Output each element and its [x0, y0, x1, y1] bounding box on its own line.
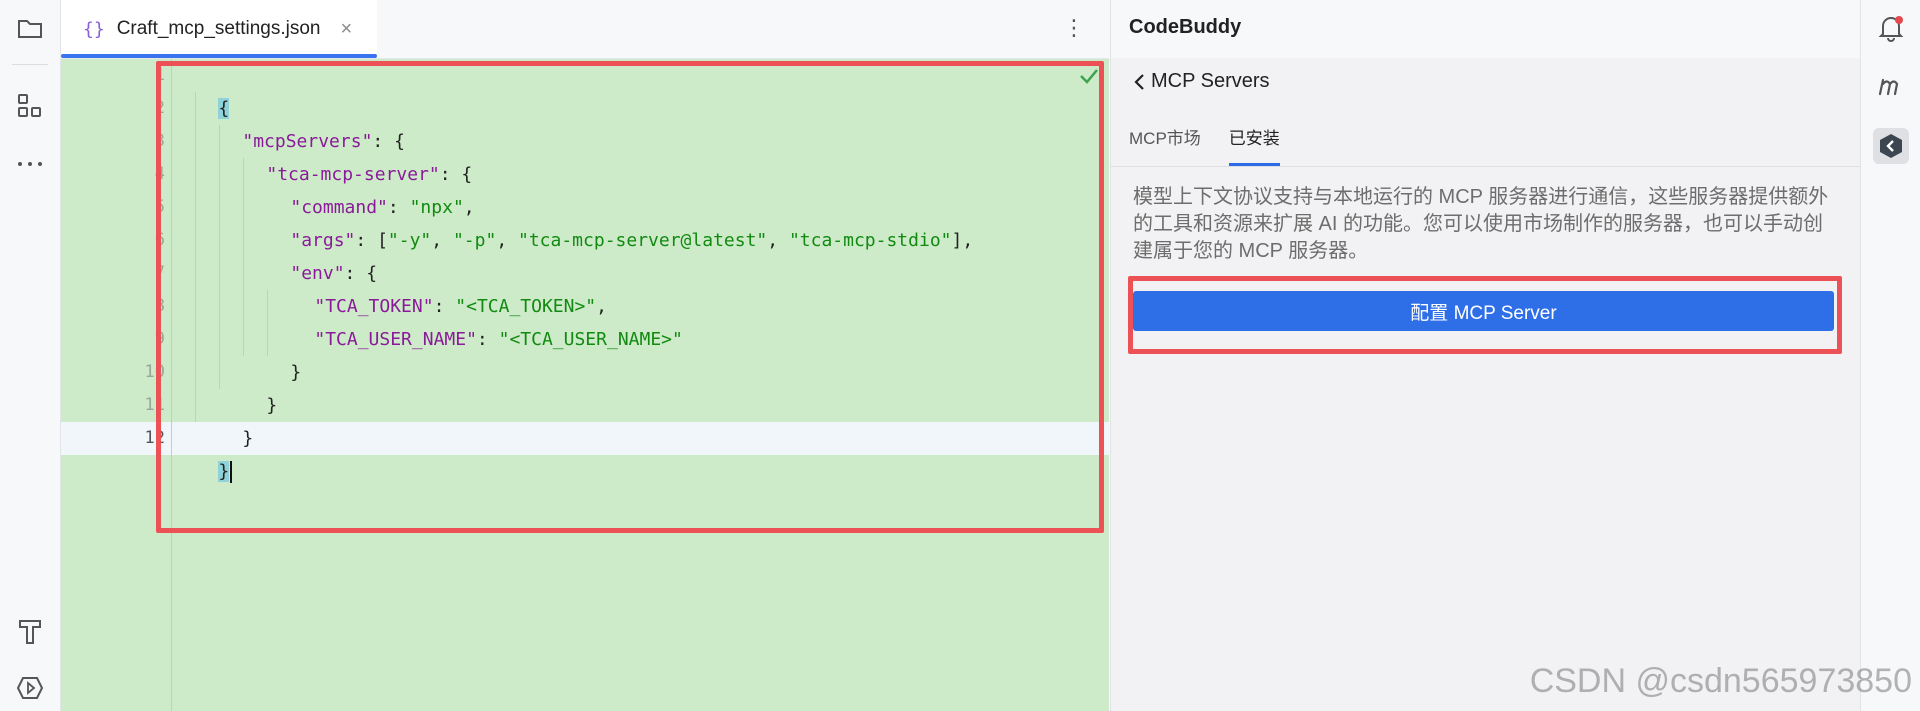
editor-tab-bar: {} Craft_mcp_settings.json × ⋮: [61, 0, 1109, 59]
annotation-highlight-box: [156, 61, 1104, 533]
panel-header: CodeBuddy: [1111, 0, 1860, 58]
notification-bell-icon[interactable]: [1873, 10, 1909, 46]
activity-divider: [12, 64, 48, 65]
json-file-icon: {}: [83, 18, 105, 40]
run-icon[interactable]: [14, 672, 46, 704]
tab-installed[interactable]: 已安装: [1228, 124, 1280, 167]
tab-active-indicator: [61, 54, 377, 58]
tab-title: Craft_mcp_settings.json: [116, 18, 321, 39]
tabs-divider: [1111, 166, 1860, 167]
panel-title: CodeBuddy: [1129, 16, 1242, 38]
structure-icon[interactable]: [14, 90, 46, 122]
more-icon[interactable]: [14, 148, 46, 180]
mcp-tabs: MCP市场 已安装: [1129, 124, 1280, 167]
codebuddy-logo-icon[interactable]: [1873, 128, 1909, 164]
codebuddy-panel: CodeBuddy MCP Servers MCP市场 已安装 模型上下文协议支…: [1110, 0, 1860, 711]
markdown-m-icon[interactable]: [1873, 68, 1909, 104]
back-button[interactable]: MCP Servers: [1133, 70, 1270, 93]
line-number-gutter: 1 2 3 4 5 6 7 8 9 10 11 12: [61, 59, 165, 711]
activity-bar-right: [1860, 0, 1920, 711]
folder-icon[interactable]: [14, 12, 46, 44]
tab-mcp-market[interactable]: MCP市场: [1129, 124, 1201, 167]
more-options-icon[interactable]: ⋮: [1063, 15, 1085, 41]
chevron-left-icon: [1134, 73, 1144, 90]
annotation-highlight-box: [1128, 276, 1842, 354]
watermark: CSDN @csdn565973850: [1529, 662, 1912, 700]
activity-bar-left: [0, 0, 61, 711]
build-hammer-icon[interactable]: [14, 616, 46, 648]
mcp-description: 模型上下文协议支持与本地运行的 MCP 服务器进行通信，这些服务器提供额外的工具…: [1133, 186, 1829, 262]
editor-tab[interactable]: {} Craft_mcp_settings.json ×: [61, 0, 377, 58]
close-icon[interactable]: ×: [341, 18, 353, 41]
back-label: MCP Servers: [1151, 70, 1270, 92]
